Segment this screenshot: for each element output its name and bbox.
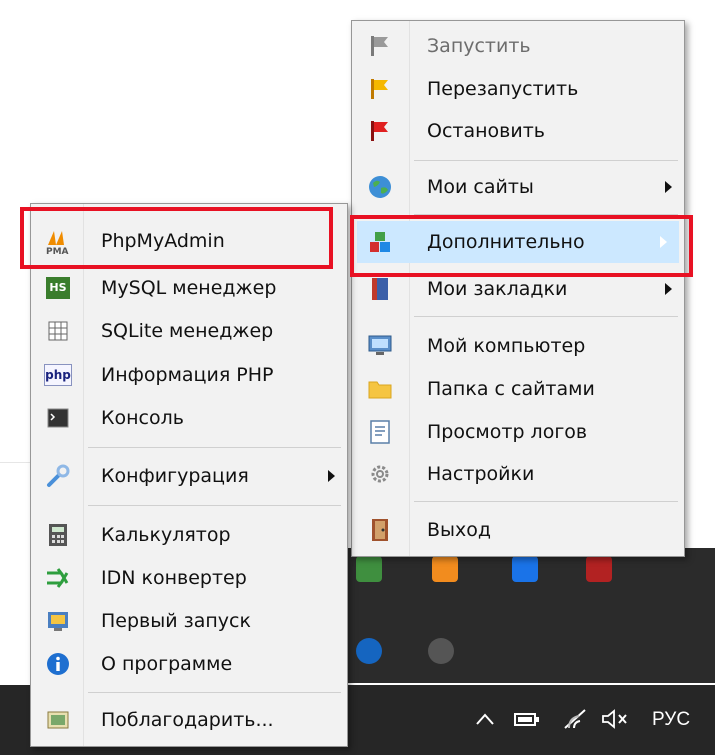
submenu-arrow-icon [665, 283, 672, 295]
chevron-up-icon[interactable] [470, 704, 500, 734]
submenu-item-label: PhpMyAdmin [101, 230, 225, 252]
tray-app-icon[interactable] [586, 556, 612, 582]
console-icon [44, 404, 72, 432]
menu-item-label: Перезапустить [427, 78, 579, 100]
submenu-item-label: Поблагодарить... [101, 709, 274, 731]
submenu-item-label: Информация PHP [101, 364, 274, 386]
submenu-item-label: Консоль [101, 407, 184, 429]
battery-icon[interactable] [512, 704, 542, 734]
menu-item-label: Остановить [427, 120, 545, 142]
log-icon [366, 418, 394, 446]
submenu-item-configuration[interactable]: Конфигурация [31, 455, 347, 497]
menu-item-label: Мой компьютер [427, 335, 586, 357]
submenu-item-idn-converter[interactable]: IDN конвертер [31, 557, 347, 599]
folder-icon [366, 375, 394, 403]
menu-item-my-computer[interactable]: Мой компьютер [352, 325, 684, 367]
menu-item-bookmarks[interactable]: Мои закладки [352, 268, 684, 310]
submenu-item-label: Калькулятор [101, 524, 231, 546]
submenu-item-first-launch[interactable]: Первый запуск [31, 600, 347, 642]
wrench-icon [44, 462, 72, 490]
menu-separator [414, 214, 678, 215]
tray-app-icon[interactable] [432, 556, 458, 582]
menu-item-sites-folder[interactable]: Папка с сайтами [352, 368, 684, 410]
tray-app-icon[interactable] [428, 638, 454, 664]
menu-separator [414, 160, 678, 161]
submenu-item-label: MySQL менеджер [101, 277, 277, 299]
submenu-arrow-icon [328, 470, 335, 482]
php-icon-text: php [44, 364, 72, 386]
menu-separator [88, 692, 341, 693]
idn-icon [44, 564, 72, 592]
menu-separator [88, 505, 341, 506]
menu-separator [414, 501, 678, 502]
menu-item-exit[interactable]: Выход [352, 509, 684, 551]
submenu-item-about[interactable]: О программе [31, 643, 347, 685]
gear-icon [366, 460, 394, 488]
menu-item-label: Просмотр логов [427, 421, 588, 443]
submenu-item-mysql-manager[interactable]: HS MySQL менеджер [31, 267, 347, 309]
submenu-item-label: О программе [101, 653, 233, 675]
info-icon [44, 650, 72, 678]
menu-item-label: Выход [427, 519, 492, 541]
submenu-arrow-icon [665, 181, 672, 193]
menu-item-label: Запустить [427, 35, 531, 57]
svg-text:PMA: PMA [46, 247, 69, 255]
additional-submenu: PMA PhpMyAdmin HS MySQL менеджер SQLite … [30, 203, 348, 747]
volume-muted-icon[interactable] [600, 704, 630, 734]
submenu-arrow-icon [660, 236, 667, 248]
wizard-icon [44, 607, 72, 635]
tray-app-icon[interactable] [356, 556, 382, 582]
wifi-icon[interactable] [560, 704, 590, 734]
heidisql-icon: HS [44, 274, 72, 302]
submenu-item-sqlite-manager[interactable]: SQLite менеджер [31, 310, 347, 352]
menu-item-label: Настройки [427, 463, 535, 485]
flag-yellow-icon [366, 75, 394, 103]
submenu-item-phpmyadmin[interactable]: PMA PhpMyAdmin [31, 220, 347, 262]
heidisql-icon-text: HS [46, 277, 70, 299]
tray-app-icon[interactable] [512, 556, 538, 582]
language-indicator[interactable]: РУС [652, 700, 690, 740]
pma-icon: PMA [44, 227, 72, 255]
flag-red-icon [366, 117, 394, 145]
menu-item-restart[interactable]: Перезапустить [352, 68, 684, 110]
menu-item-label: Папка с сайтами [427, 378, 595, 400]
main-context-menu: Запустить Перезапустить Остановить Мои с… [351, 20, 685, 557]
menu-separator [88, 447, 341, 448]
menu-item-label: Мои закладки [427, 278, 568, 300]
tools-icon [366, 228, 394, 256]
submenu-item-donate[interactable]: Поблагодарить... [31, 699, 347, 741]
donate-icon [44, 706, 72, 734]
menu-item-stop[interactable]: Остановить [352, 110, 684, 152]
submenu-item-console[interactable]: Консоль [31, 397, 347, 439]
submenu-item-label: IDN конвертер [101, 567, 247, 589]
computer-icon [366, 332, 394, 360]
submenu-item-php-info[interactable]: php Информация PHP [31, 354, 347, 396]
menu-item-label: Дополнительно [427, 231, 585, 253]
submenu-item-label: Первый запуск [101, 610, 251, 632]
submenu-item-label: Конфигурация [101, 465, 249, 487]
submenu-item-calculator[interactable]: Калькулятор [31, 514, 347, 556]
tray-app-icon[interactable] [356, 638, 382, 664]
calculator-icon [44, 521, 72, 549]
menu-separator [414, 316, 678, 317]
sqlite-icon [44, 317, 72, 345]
exit-icon [366, 516, 394, 544]
submenu-item-label: SQLite менеджер [101, 320, 274, 342]
bookmarks-icon [366, 275, 394, 303]
menu-item-my-sites[interactable]: Мои сайты [352, 166, 684, 208]
menu-item-settings[interactable]: Настройки [352, 453, 684, 495]
globe-icon [366, 173, 394, 201]
menu-item-label: Мои сайты [427, 176, 534, 198]
menu-item-additional[interactable]: Дополнительно [357, 221, 679, 263]
tray-overflow-panel [336, 548, 715, 683]
menu-item-view-logs[interactable]: Просмотр логов [352, 411, 684, 453]
flag-gray-icon [366, 32, 394, 60]
php-icon: php [44, 361, 72, 389]
menu-item-start[interactable]: Запустить [352, 25, 684, 67]
